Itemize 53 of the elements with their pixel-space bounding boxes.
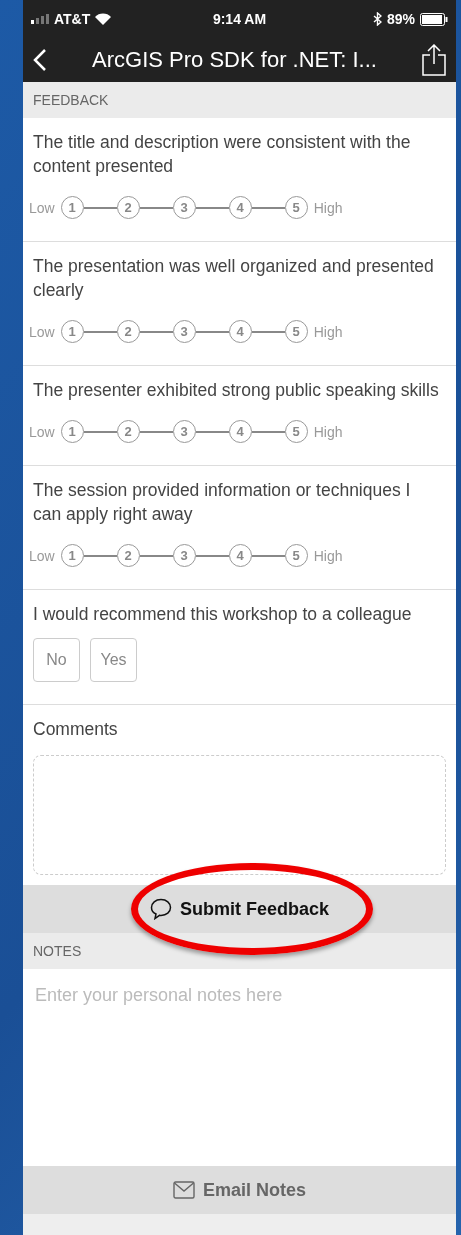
comments-field[interactable] (33, 755, 446, 875)
carrier-name: AT&T (54, 11, 91, 27)
question-text: The presenter exhibited strong public speaking skills (33, 379, 440, 402)
submit-feedback-button[interactable]: Submit Feedback (23, 885, 456, 933)
wifi-icon (95, 13, 112, 25)
battery-percent: 89% (387, 11, 415, 27)
rating-option[interactable]: 1 (60, 196, 84, 219)
clock-time: 9:14 AM (212, 11, 267, 27)
envelope-icon (172, 1181, 195, 1199)
share-icon[interactable] (422, 44, 446, 76)
rating-option[interactable]: 2 (116, 196, 140, 219)
low-label: Low (29, 423, 55, 440)
low-label: Low (29, 199, 55, 216)
question-text: The session provided information or techniques I can apply right away (33, 479, 412, 526)
rating-option[interactable]: 1 (60, 420, 84, 443)
rating-option[interactable]: 2 (116, 420, 140, 443)
back-icon[interactable] (33, 48, 47, 72)
low-label: Low (29, 547, 55, 564)
battery-icon (420, 12, 448, 26)
high-label: High (313, 547, 343, 564)
section-header: NOTES (33, 943, 82, 959)
rating-option[interactable]: 1 (60, 320, 84, 343)
question-text: The title and description were consistent with the content presented (33, 131, 412, 178)
rating-option[interactable]: 4 (228, 544, 252, 567)
rating-option[interactable]: 5 (284, 196, 308, 219)
rating-option[interactable]: 5 (284, 544, 308, 567)
rating-option[interactable]: 5 (284, 320, 308, 343)
rating-option[interactable]: 4 (228, 320, 252, 343)
speech-bubble-icon (149, 898, 172, 920)
rating-option[interactable]: 3 (172, 420, 196, 443)
screen-title: ArcGIS Pro SDK for .NET: I... (91, 47, 378, 73)
question-text: The presentation was well organized and presented clearly (33, 255, 435, 302)
rating-option[interactable]: 3 (172, 196, 196, 219)
answer-button[interactable]: No (33, 638, 80, 682)
high-label: High (313, 323, 343, 340)
rating-option[interactable]: 3 (172, 320, 196, 343)
comments-label: Comments (33, 718, 119, 741)
answer-button[interactable]: Yes (90, 638, 137, 682)
rating-option[interactable]: 2 (116, 320, 140, 343)
rating-option[interactable]: 2 (116, 544, 140, 567)
question-text: I would recommend this workshop to a colleague (33, 603, 413, 626)
high-label: High (313, 199, 343, 216)
high-label: High (313, 423, 343, 440)
rating-option[interactable]: 3 (172, 544, 196, 567)
email-notes-button[interactable]: Email Notes (23, 1166, 456, 1214)
rating-option[interactable]: 4 (228, 420, 252, 443)
rating-option[interactable]: 1 (60, 544, 84, 567)
signal-icon (31, 14, 49, 24)
rating-option[interactable]: 4 (228, 196, 252, 219)
bluetooth-icon (373, 12, 382, 26)
low-label: Low (29, 323, 55, 340)
rating-option[interactable]: 5 (284, 420, 308, 443)
section-header: FEEDBACK (33, 92, 109, 108)
